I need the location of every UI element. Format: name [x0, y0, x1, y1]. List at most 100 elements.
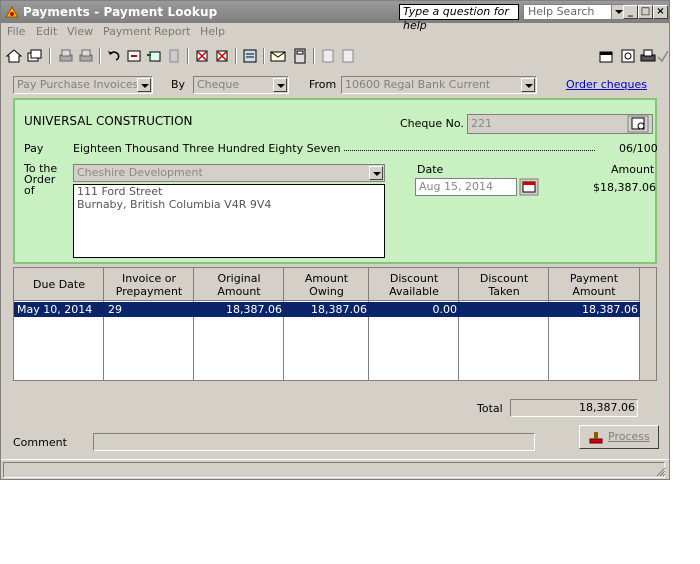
- menu-payment[interactable]: Payment: [103, 25, 151, 38]
- from-account-select[interactable]: 10600 Regal Bank Current: [341, 76, 537, 94]
- payment-method-value: Cheque: [197, 78, 240, 91]
- cheque-panel: UNIVERSAL CONSTRUCTION Cheque No. 221 Pa…: [13, 98, 658, 264]
- payee-company: UNIVERSAL CONSTRUCTION: [24, 114, 193, 128]
- col-header-payment-amount[interactable]: Payment Amount: [554, 268, 634, 301]
- undo-icon[interactable]: [105, 47, 123, 65]
- help-question-input[interactable]: Type a question for help: [399, 4, 519, 32]
- menu-view[interactable]: View: [67, 25, 93, 38]
- comment-label: Comment: [13, 436, 67, 449]
- calculator-icon[interactable]: [291, 47, 309, 65]
- cell-payment-amount: 18,387.06: [582, 303, 638, 316]
- cheque-no-field[interactable]: 221: [467, 114, 653, 134]
- menu-file[interactable]: File: [7, 25, 25, 38]
- remove-icon[interactable]: [193, 47, 211, 65]
- title-bar: Payments - Payment Lookup Type a questio…: [1, 1, 669, 32]
- pay-label: Pay: [24, 142, 44, 155]
- minimize-button[interactable]: _: [623, 5, 638, 19]
- vendor-value: Cheshire Development: [77, 166, 203, 179]
- post-icon[interactable]: [319, 47, 337, 65]
- col-header-original-amount[interactable]: Original Amount: [199, 268, 279, 301]
- cell-discount-available: 0.00: [432, 303, 458, 316]
- process-label: Process: [608, 430, 650, 443]
- col-header-discount-taken[interactable]: Discount Taken: [464, 268, 544, 301]
- help-search-label: Help Search: [528, 5, 595, 18]
- cell-original-amount: 18,387.06: [226, 303, 282, 316]
- chevron-down-icon[interactable]: [137, 78, 151, 92]
- cheque-no-value: 221: [471, 117, 492, 130]
- cell-due-date: May 10, 2014: [17, 303, 93, 316]
- toolbar: [1, 43, 669, 71]
- total-field: 18,387.06: [510, 399, 638, 417]
- menu-help[interactable]: Help: [200, 25, 225, 38]
- chevron-down-icon[interactable]: [521, 78, 535, 92]
- print-preview-icon[interactable]: [77, 47, 95, 65]
- from-label: From: [309, 78, 337, 91]
- pay-cents: 06/100: [619, 142, 658, 155]
- by-label: By: [171, 78, 186, 91]
- order-cheques-link[interactable]: Order cheques: [566, 78, 647, 91]
- close-button[interactable]: ×: [653, 5, 668, 19]
- menu-edit[interactable]: Edit: [36, 25, 57, 38]
- from-account-value: 10600 Regal Bank Current: [345, 78, 491, 91]
- payment-type-select[interactable]: Pay Purchase Invoices: [13, 76, 153, 94]
- address-line1: 111 Ford Street: [77, 185, 163, 198]
- date-field[interactable]: Aug 15, 2014: [415, 178, 517, 196]
- status-pane: [3, 462, 665, 478]
- maximize-button[interactable]: □: [638, 5, 653, 19]
- cheque-no-label: Cheque No.: [400, 117, 464, 130]
- stamp-icon: [589, 432, 603, 444]
- invoice-table: Due Date Invoice or Prepayment Original …: [13, 267, 657, 381]
- amount-value: $18,387.06: [593, 181, 656, 194]
- pay-amount-words: Eighteen Thousand Three Hundred Eighty S…: [73, 142, 344, 155]
- cell-invoice: 29: [108, 303, 122, 316]
- amount-label: Amount: [611, 163, 655, 176]
- comment-input[interactable]: [93, 433, 535, 451]
- total-label: Total: [477, 402, 503, 415]
- print-icon[interactable]: [57, 47, 75, 65]
- col-header-amount-owing[interactable]: Amount Owing: [289, 268, 364, 301]
- window-title: Payments - Payment Lookup: [23, 5, 218, 19]
- delete-icon[interactable]: [213, 47, 231, 65]
- total-value: 18,387.06: [579, 401, 635, 414]
- cell-amount-owing: 18,387.06: [311, 303, 367, 316]
- col-header-due-date[interactable]: Due Date: [14, 268, 104, 301]
- resize-grip-icon[interactable]: [654, 465, 666, 477]
- checkmark-icon[interactable]: [657, 47, 669, 65]
- lookup-icon[interactable]: [627, 115, 649, 133]
- address-line2: Burnaby, British Columbia V4R 9V4: [77, 198, 272, 211]
- payment-method-select[interactable]: Cheque: [193, 76, 289, 94]
- calendar-icon[interactable]: [519, 178, 539, 196]
- menu-report[interactable]: Report: [154, 25, 190, 38]
- table-scrollbar[interactable]: [640, 268, 656, 380]
- menu-bar: File Edit View Payment Report Help: [1, 23, 669, 41]
- vendor-select[interactable]: Cheshire Development: [73, 164, 385, 182]
- payment-type-value: Pay Purchase Invoices: [17, 78, 139, 91]
- status-bar: [1, 459, 669, 479]
- chevron-down-icon[interactable]: [273, 78, 287, 92]
- help-search-dropdown[interactable]: Help Search: [523, 4, 625, 20]
- payments-window: Payments - Payment Lookup Type a questio…: [0, 0, 670, 480]
- track-icon[interactable]: [339, 47, 357, 65]
- recall-icon[interactable]: [145, 47, 163, 65]
- cell-discount-taken: [459, 302, 547, 317]
- journal-icon[interactable]: [241, 47, 259, 65]
- windows-icon[interactable]: [25, 47, 43, 65]
- chevron-down-icon[interactable]: [369, 166, 383, 180]
- date-value: Aug 15, 2014: [419, 180, 493, 193]
- email-icon[interactable]: [269, 47, 287, 65]
- table-row[interactable]: May 10, 2014 29 18,387.06 18,387.06 0.00…: [14, 302, 640, 317]
- col-header-invoice[interactable]: Invoice or Prepayment: [109, 268, 189, 301]
- home-icon[interactable]: [5, 47, 23, 65]
- zoom-icon[interactable]: [619, 47, 637, 65]
- filter-bar: Pay Purchase Invoices By Cheque From 106…: [1, 73, 669, 97]
- date-label: Date: [417, 163, 444, 176]
- col-header-discount-available[interactable]: Discount Available: [374, 268, 454, 301]
- to-order-label: To the Order of: [24, 162, 58, 197]
- process-button[interactable]: Process: [579, 425, 659, 449]
- printer-icon[interactable]: [639, 47, 657, 65]
- address-field[interactable]: 111 Ford Street Burnaby, British Columbi…: [73, 184, 385, 258]
- app-icon: [5, 6, 19, 18]
- window-list-icon[interactable]: [597, 47, 615, 65]
- list-icon[interactable]: [165, 47, 183, 65]
- store-icon[interactable]: [125, 47, 143, 65]
